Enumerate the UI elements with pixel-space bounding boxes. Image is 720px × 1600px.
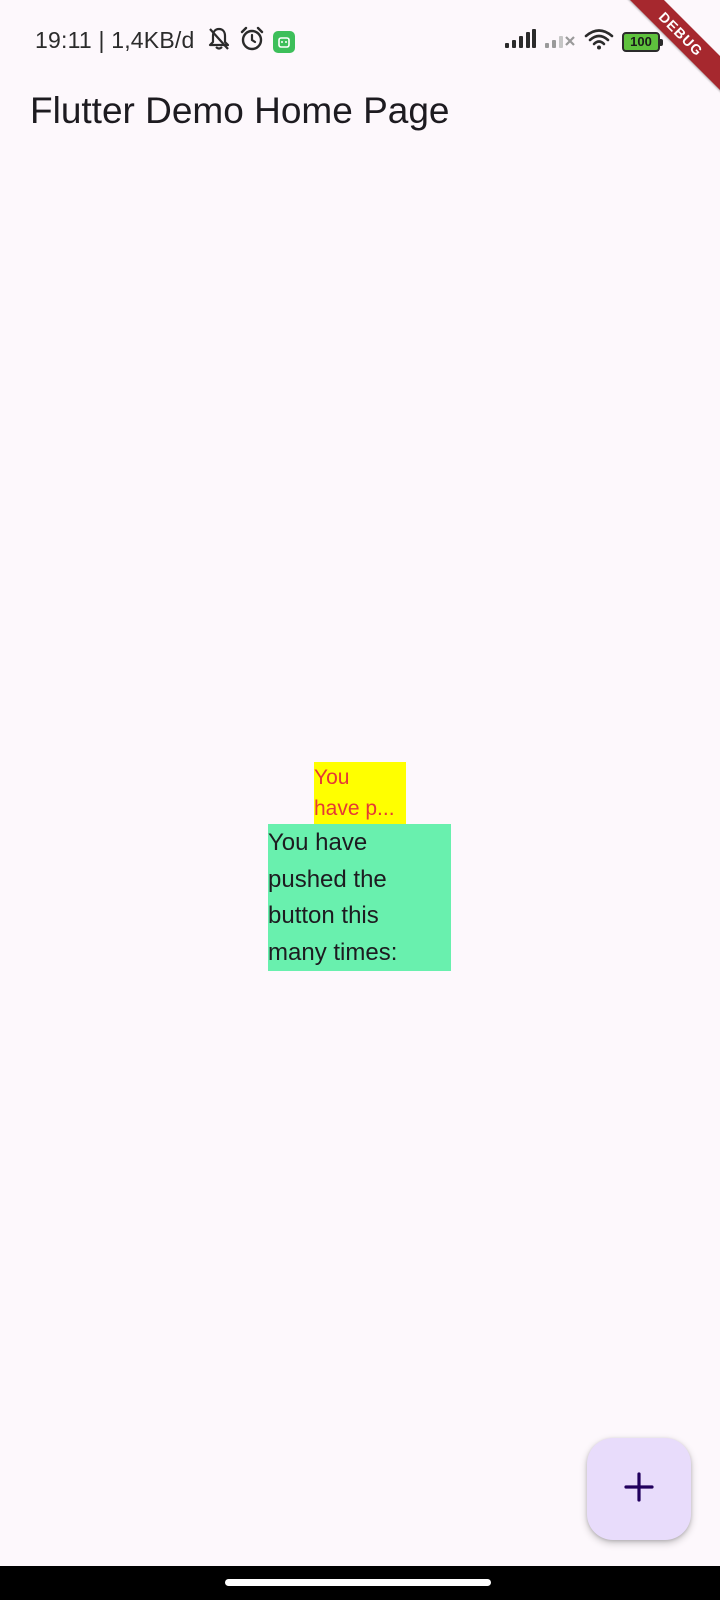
- status-bar: 19:11 | 1,4KB/d 100: [0, 0, 720, 80]
- increment-button[interactable]: [587, 1438, 691, 1540]
- counter-label-line: You have: [268, 829, 368, 856]
- app-notification-icon: [273, 30, 295, 53]
- alarm-icon: [239, 26, 265, 57]
- counter-label-line: pushed the: [268, 865, 387, 893]
- battery-icon: 100: [622, 31, 663, 52]
- status-time: 19:11 | 1,4KB/d: [35, 27, 195, 53]
- status-icons-left: [207, 26, 295, 57]
- truncated-text-line-1: You: [314, 766, 350, 789]
- system-navigation-bar: [0, 1566, 720, 1600]
- bell-off-icon: [207, 26, 231, 57]
- add-icon: [622, 1470, 656, 1509]
- counter-label-box: You have pushed the button this many tim…: [268, 824, 451, 971]
- signal-weak-icon: [544, 29, 576, 54]
- wifi-icon: [584, 28, 614, 55]
- battery-level: 100: [630, 34, 652, 49]
- counter-label-line: many times:: [268, 938, 398, 966]
- signal-icon: [504, 29, 536, 54]
- truncated-text-box: You have p...: [314, 762, 406, 824]
- app-bar: Flutter Demo Home Page: [0, 80, 720, 146]
- counter-label-line: button this: [268, 902, 379, 929]
- page-title: Flutter Demo Home Page: [30, 90, 450, 131]
- status-icons-right: 100: [504, 28, 663, 55]
- home-indicator[interactable]: [225, 1579, 491, 1586]
- truncated-text-line-2: have p...: [314, 797, 395, 820]
